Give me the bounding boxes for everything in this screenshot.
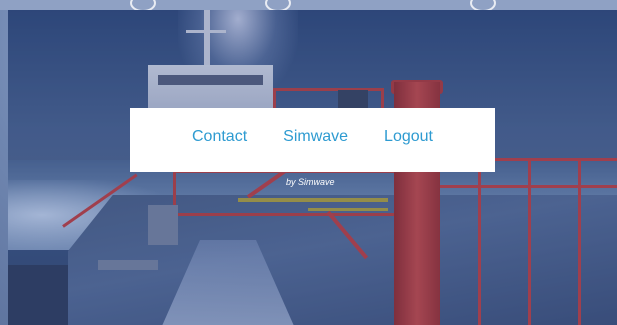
page-root: Contact Simwave Logout by Simwave [0, 0, 617, 325]
nav-link-simwave[interactable]: Simwave [283, 129, 348, 145]
top-strip [0, 0, 617, 12]
byline: by Simwave [286, 177, 335, 187]
nav-box: Contact Simwave Logout [130, 108, 495, 172]
nav-link-logout[interactable]: Logout [384, 129, 433, 145]
nav-link-contact[interactable]: Contact [192, 129, 247, 145]
